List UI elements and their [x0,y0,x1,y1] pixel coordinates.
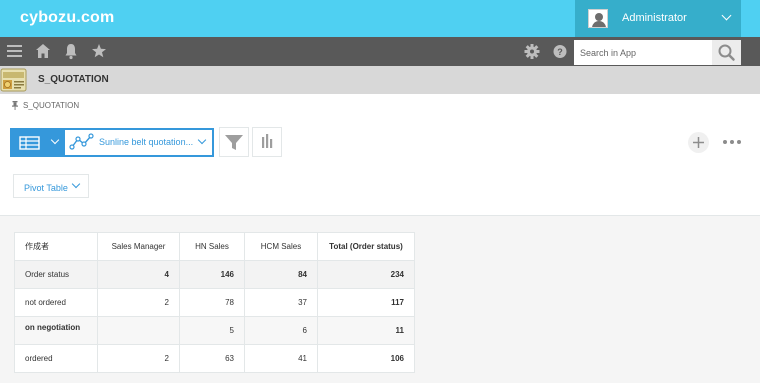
graph-button[interactable] [252,127,282,157]
column-header: HN Sales [179,232,245,261]
top-bar: cybozu.com Administrator [0,0,760,37]
filter-button[interactable] [219,127,249,157]
view-type-button[interactable] [12,130,65,155]
table-cell: 2 [97,344,180,373]
table-row: ordered 2 63 41 106 [14,344,415,373]
search-button[interactable] [712,40,741,65]
table-cell: 41 [244,344,318,373]
row-label: not ordered [14,288,98,317]
view-dropdown[interactable]: Sunline belt quotation... [65,130,212,155]
star-icon[interactable] [91,37,107,66]
table-row: not ordered 2 78 37 117 [14,288,415,317]
bell-icon[interactable] [63,37,79,66]
table-cell: 63 [179,344,245,373]
pivot-table: 作成者 Sales Manager HN Sales HCM Sales Tot… [14,232,415,373]
app-title: S_QUOTATION [38,74,109,85]
search-input[interactable] [574,40,712,65]
table-cell: 84 [244,260,318,289]
table-cell: 234 [317,260,415,289]
list-view-icon [19,136,40,150]
table-cell: 11 [317,316,415,345]
table-cell: 117 [317,288,415,317]
avatar-icon [588,9,608,28]
table-cell: 37 [244,288,318,317]
column-header: Sales Manager [97,232,180,261]
table-cell: 146 [179,260,245,289]
home-icon[interactable] [35,37,51,66]
filter-icon [225,135,243,150]
column-header: 作成者 [14,232,98,261]
view-name: Sunline belt quotation... [99,137,194,147]
plus-icon [693,137,704,148]
table-header-row: 作成者 Sales Manager HN Sales HCM Sales Tot… [14,232,415,261]
line-chart-icon [69,133,94,150]
user-name: Administrator [622,12,687,24]
add-record-button[interactable] [688,132,709,153]
gear-icon[interactable] [524,37,540,66]
nav-bar: ? [0,37,760,66]
help-icon[interactable]: ? [552,37,568,66]
row-label: Order status [14,260,98,289]
table-cell: 4 [97,260,180,289]
table-cell: 78 [179,288,245,317]
more-options-icon[interactable] [723,139,741,145]
pivot-table-dropdown[interactable]: Pivot Table [13,174,89,198]
table-cell: 106 [317,344,415,373]
breadcrumb-app-name[interactable]: S_QUOTATION [23,101,79,110]
svg-text:?: ? [557,47,563,57]
chevron-down-icon [721,10,732,21]
user-menu[interactable]: Administrator [575,0,741,37]
row-label: on negotiation [14,316,98,345]
row-label: ordered [14,344,98,373]
pivot-table-label: Pivot Table [24,183,68,193]
chevron-down-icon [197,135,207,145]
view-selector[interactable]: Sunline belt quotation... [10,128,214,157]
pin-icon[interactable] [12,101,18,112]
app-icon [0,66,27,93]
column-header: Total (Order status) [317,232,415,261]
breadcrumb: S_QUOTATION [12,101,79,112]
app-header: S_QUOTATION [0,66,760,94]
logo[interactable]: cybozu.com [20,9,114,27]
bar-chart-icon [262,134,273,148]
table-row: on negotiation 5 6 11 [14,316,415,345]
chevron-down-icon [71,179,81,189]
column-header: HCM Sales [244,232,318,261]
table-cell: 2 [97,288,180,317]
table-cell: 5 [179,316,245,345]
table-row: Order status 4 146 84 234 [14,260,415,289]
table-cell [97,316,180,345]
hamburger-icon[interactable] [7,37,22,66]
table-cell: 6 [244,316,318,345]
